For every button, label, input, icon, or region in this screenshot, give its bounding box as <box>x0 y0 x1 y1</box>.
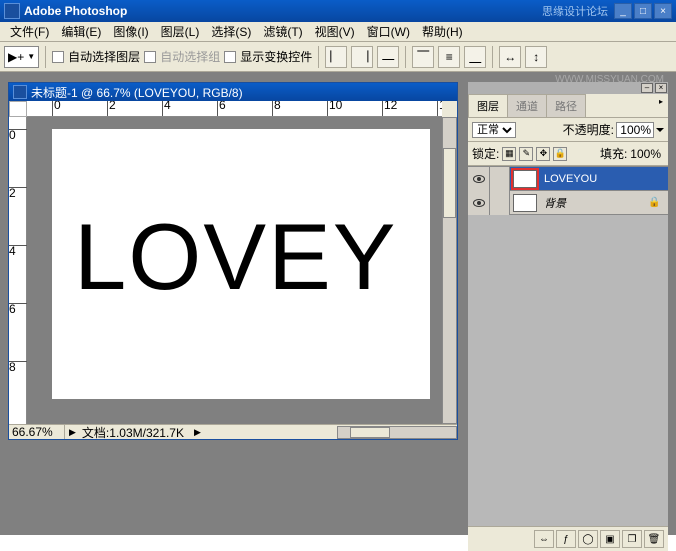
tab-layers[interactable]: 图层 <box>468 94 508 117</box>
layer-thumbnail[interactable] <box>513 194 537 212</box>
document-titlebar[interactable]: 未标题-1 @ 66.7% (LOVEYOU, RGB/8) <box>9 83 457 101</box>
align-btn-4[interactable]: ⎺ <box>412 46 434 68</box>
lock-all-button[interactable]: 🔒 <box>553 147 567 161</box>
auto-select-group-checkbox[interactable] <box>144 51 156 63</box>
layer-visibility-toggle[interactable] <box>468 191 490 215</box>
auto-select-group-label: 自动选择组 <box>160 48 220 65</box>
menu-edit[interactable]: 编辑(E) <box>55 21 107 42</box>
tab-channels[interactable]: 通道 <box>507 94 547 117</box>
layer-link-cell[interactable] <box>490 191 510 215</box>
layer-name[interactable]: 背景 <box>540 195 648 211</box>
align-btn-2[interactable]: ⎹ <box>351 46 373 68</box>
layers-panel-footer: ⇔ ƒ ◯ ▣ ❐ 🗑 <box>468 526 668 551</box>
lock-icon: 🔒 <box>648 197 662 208</box>
workspace: WWW.MISSYUAN.COM 未标题-1 @ 66.7% (LOVEYOU,… <box>0 72 676 535</box>
menu-filter[interactable]: 滤镜(T) <box>257 21 308 42</box>
zoom-input[interactable]: 66.67% <box>9 425 65 439</box>
app-title: Adobe Photoshop <box>24 4 542 18</box>
eye-icon <box>473 199 485 207</box>
document-title: 未标题-1 @ 66.7% (LOVEYOU, RGB/8) <box>31 84 243 101</box>
maximize-button[interactable]: □ <box>634 3 652 19</box>
eye-icon <box>473 175 485 183</box>
ruler-horizontal[interactable]: 0 2 4 6 8 10 12 14 <box>27 101 442 117</box>
distribute-btn-2[interactable]: ↕ <box>525 46 547 68</box>
layer-fx-button[interactable]: ƒ <box>556 530 576 548</box>
app-icon <box>4 3 20 19</box>
new-group-button[interactable]: ▣ <box>600 530 620 548</box>
ruler-vertical[interactable]: 0 2 4 6 8 <box>9 117 27 424</box>
layer-mask-button[interactable]: ◯ <box>578 530 598 548</box>
lock-label: 锁定: <box>472 145 499 162</box>
canvas-viewport[interactable]: LOVEY <box>27 117 442 424</box>
docinfo-arrow[interactable]: ▶ <box>194 427 201 438</box>
new-layer-button[interactable]: ❐ <box>622 530 642 548</box>
blend-mode-select[interactable]: 正常 <box>472 122 516 138</box>
menu-layer[interactable]: 图层(L) <box>155 21 206 42</box>
tab-paths[interactable]: 路径 <box>546 94 586 117</box>
panel-minimize-button[interactable]: – <box>641 83 653 93</box>
tool-indicator[interactable]: ▶+▼ <box>4 46 39 68</box>
menu-image[interactable]: 图像(I) <box>107 21 154 42</box>
align-btn-5[interactable]: ≡ <box>438 46 460 68</box>
layer-name[interactable]: LOVEYOU <box>540 173 668 185</box>
lock-pixels-button[interactable]: ✎ <box>519 147 533 161</box>
auto-select-layer-checkbox[interactable] <box>52 51 64 63</box>
lock-transparency-button[interactable]: ▦ <box>502 147 516 161</box>
ruler-origin[interactable] <box>9 101 27 117</box>
status-menu-arrow[interactable]: ▶ <box>69 427 76 438</box>
layer-link-cell[interactable] <box>490 167 510 191</box>
opacity-input[interactable]: 100% <box>616 122 654 138</box>
watermark-text: 思缘设计论坛 <box>542 3 608 19</box>
canvas[interactable]: LOVEY <box>52 129 430 399</box>
menu-select[interactable]: 选择(S) <box>205 21 257 42</box>
scrollbar-horizontal[interactable] <box>337 426 457 439</box>
menu-view[interactable]: 视图(V) <box>309 21 361 42</box>
document-statusbar: 66.67% ▶ 文档:1.03M/321.7K ▶ <box>9 424 457 439</box>
panel-menu-button[interactable]: ▸ <box>654 94 668 117</box>
auto-select-layer-label: 自动选择图层 <box>68 48 140 65</box>
layer-list[interactable]: T LOVEYOU 背景 🔒 <box>468 166 668 526</box>
titlebar: Adobe Photoshop 思缘设计论坛 _ □ × <box>0 0 676 22</box>
show-transform-label: 显示变换控件 <box>240 48 312 65</box>
layer-visibility-toggle[interactable] <box>468 167 490 191</box>
fill-input[interactable]: 100% <box>630 147 661 161</box>
panel-close-button[interactable]: × <box>655 83 667 93</box>
layers-panel: – × 图层 通道 路径 ▸ 正常 不透明度: 100% 锁定: ▦ ✎ ✥ 🔒… <box>468 82 668 551</box>
align-btn-1[interactable]: ⎸ <box>325 46 347 68</box>
scrollbar-vertical[interactable] <box>442 117 457 424</box>
canvas-text-layer[interactable]: LOVEY <box>74 203 398 311</box>
align-btn-3[interactable]: ⎼ <box>377 46 399 68</box>
delete-layer-button[interactable]: 🗑 <box>644 530 664 548</box>
menu-window[interactable]: 窗口(W) <box>361 21 416 42</box>
document-window[interactable]: 未标题-1 @ 66.7% (LOVEYOU, RGB/8) 0 2 4 6 8… <box>8 82 458 440</box>
menu-file[interactable]: 文件(F) <box>4 21 55 42</box>
align-btn-6[interactable]: ⎽ <box>464 46 486 68</box>
link-layers-button[interactable]: ⇔ <box>534 530 554 548</box>
close-button[interactable]: × <box>654 3 672 19</box>
doc-icon <box>13 85 27 99</box>
distribute-btn-1[interactable]: ↔ <box>499 46 521 68</box>
opacity-label: 不透明度: <box>563 121 614 138</box>
lock-position-button[interactable]: ✥ <box>536 147 550 161</box>
menu-help[interactable]: 帮助(H) <box>416 21 469 42</box>
layer-row-background[interactable]: 背景 🔒 <box>468 191 668 215</box>
show-transform-checkbox[interactable] <box>224 51 236 63</box>
menubar: 文件(F) 编辑(E) 图像(I) 图层(L) 选择(S) 滤镜(T) 视图(V… <box>0 22 676 42</box>
layer-thumbnail-text[interactable]: T <box>513 170 537 188</box>
minimize-button[interactable]: _ <box>614 3 632 19</box>
fill-label: 填充: <box>600 145 627 162</box>
layer-row-loveyou[interactable]: T LOVEYOU <box>468 167 668 191</box>
panel-tabs: 图层 通道 路径 ▸ <box>468 94 668 118</box>
options-bar: ▶+▼ 自动选择图层 自动选择组 显示变换控件 ⎸ ⎹ ⎼ ⎺ ≡ ⎽ ↔ ↕ <box>0 42 676 72</box>
opacity-slider-icon[interactable] <box>656 128 664 132</box>
